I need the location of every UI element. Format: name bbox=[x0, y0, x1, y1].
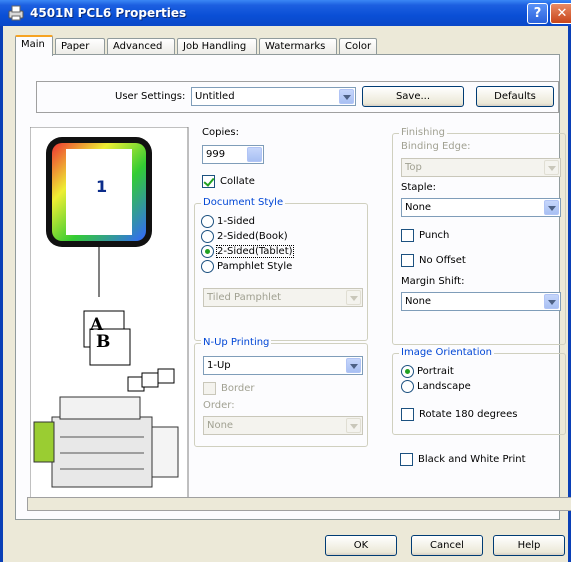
title-bar[interactable]: 4501N PCL6 Properties ? ✕ bbox=[0, 0, 571, 26]
close-button[interactable]: ✕ bbox=[550, 3, 571, 24]
order-combo[interactable]: None bbox=[203, 416, 363, 435]
option-pamphlet-style: Pamphlet Style bbox=[217, 261, 293, 272]
option-2-sided-book: 2-Sided(Book) bbox=[217, 231, 288, 242]
punch-label: Punch bbox=[419, 230, 450, 241]
defaults-button[interactable]: Defaults bbox=[476, 86, 554, 107]
margin-shift-label: Margin Shift: bbox=[401, 276, 465, 287]
ok-button[interactable]: OK bbox=[325, 535, 397, 556]
copies-spinner[interactable]: 999 bbox=[202, 145, 264, 164]
help-title-button[interactable]: ? bbox=[527, 3, 548, 24]
copies-label: Copies: bbox=[202, 127, 239, 138]
staple-label: Staple: bbox=[401, 182, 437, 193]
rotate-180-label: Rotate 180 degrees bbox=[419, 409, 518, 420]
binding-edge-value: Top bbox=[405, 162, 422, 173]
chevron-down-icon[interactable] bbox=[544, 294, 559, 309]
preview-pane bbox=[30, 127, 189, 502]
rotate-180-checkbox[interactable] bbox=[401, 408, 414, 421]
chevron-down-icon[interactable] bbox=[346, 290, 361, 305]
tab-main[interactable]: Main bbox=[15, 35, 53, 56]
radio-portrait[interactable] bbox=[401, 365, 414, 378]
help-button[interactable]: Help bbox=[493, 535, 565, 556]
save-button[interactable]: Save... bbox=[362, 86, 464, 107]
margin-shift-value: None bbox=[405, 296, 432, 307]
binding-edge-label: Binding Edge: bbox=[401, 141, 471, 152]
collate-label: Collate bbox=[220, 176, 255, 187]
window-title: 4501N PCL6 Properties bbox=[30, 6, 187, 20]
user-settings-label: User Settings: bbox=[115, 91, 186, 102]
tab-paper[interactable]: Paper bbox=[55, 38, 105, 55]
margin-shift-combo[interactable]: None bbox=[401, 292, 561, 311]
user-settings-box: User Settings: Untitled Save... Defaults bbox=[36, 81, 559, 113]
portrait-label: Portrait bbox=[417, 366, 454, 377]
black-white-checkbox[interactable] bbox=[400, 453, 413, 466]
status-bar bbox=[27, 497, 571, 511]
document-style-group: Document Style 1-Sided 2-Sided(Book) 2-S… bbox=[194, 197, 368, 341]
border-checkbox[interactable] bbox=[203, 382, 216, 395]
chevron-down-icon[interactable] bbox=[544, 160, 559, 175]
pamphlet-value: Tiled Pamphlet bbox=[207, 292, 282, 303]
nup-printing-title: N-Up Printing bbox=[201, 337, 272, 348]
no-offset-label: No Offset bbox=[419, 255, 466, 266]
document-style-title: Document Style bbox=[201, 197, 286, 208]
radio-2-sided-book[interactable] bbox=[201, 230, 214, 243]
user-settings-value: Untitled bbox=[195, 91, 235, 102]
chevron-down-icon[interactable] bbox=[544, 200, 559, 215]
nup-printing-group: N-Up Printing 1-Up Border Order: None bbox=[194, 337, 368, 447]
sheet-b-label: B bbox=[96, 332, 111, 352]
collate-checkbox[interactable] bbox=[202, 175, 215, 188]
pamphlet-combo[interactable]: Tiled Pamphlet bbox=[203, 288, 363, 307]
tab-watermarks[interactable]: Watermarks bbox=[259, 38, 337, 55]
image-orientation-title: Image Orientation bbox=[399, 347, 494, 358]
no-offset-checkbox[interactable] bbox=[401, 254, 414, 267]
radio-landscape[interactable] bbox=[401, 380, 414, 393]
tab-advanced[interactable]: Advanced bbox=[107, 38, 175, 55]
image-orientation-group: Image Orientation Portrait Landscape Rot… bbox=[392, 347, 566, 435]
finishing-title: Finishing bbox=[399, 127, 447, 138]
tab-job-handling[interactable]: Job Handling bbox=[177, 38, 257, 55]
properties-dialog: 4501N PCL6 Properties ? ✕ Main Paper Adv… bbox=[0, 0, 571, 562]
copies-value: 999 bbox=[206, 149, 226, 160]
nup-value: 1-Up bbox=[207, 360, 231, 371]
option-2-sided-tablet: 2-Sided(Tablet) bbox=[216, 245, 294, 258]
order-value: None bbox=[207, 420, 234, 431]
staple-combo[interactable]: None bbox=[401, 198, 561, 217]
printer-icon bbox=[8, 5, 24, 21]
tab-color[interactable]: Color bbox=[339, 38, 377, 55]
landscape-label: Landscape bbox=[417, 381, 471, 392]
staple-value: None bbox=[405, 202, 432, 213]
binding-edge-combo[interactable]: Top bbox=[401, 158, 561, 177]
chevron-down-icon[interactable] bbox=[346, 418, 361, 433]
spin-updown-icon[interactable] bbox=[247, 147, 262, 162]
radio-1-sided[interactable] bbox=[201, 215, 214, 228]
chevron-down-icon[interactable] bbox=[339, 89, 354, 104]
punch-checkbox[interactable] bbox=[401, 229, 414, 242]
border-label: Border bbox=[221, 383, 255, 394]
chevron-down-icon[interactable] bbox=[346, 358, 361, 373]
main-tab-panel: User Settings: Untitled Save... Defaults bbox=[15, 54, 566, 520]
black-white-label: Black and White Print bbox=[418, 454, 526, 465]
user-settings-combo[interactable]: Untitled bbox=[191, 87, 356, 106]
radio-2-sided-tablet[interactable] bbox=[201, 245, 214, 258]
cancel-button[interactable]: Cancel bbox=[411, 535, 483, 556]
option-1-sided: 1-Sided bbox=[217, 216, 255, 227]
finishing-group: Finishing Binding Edge: Top Staple: None… bbox=[392, 127, 566, 345]
order-label: Order: bbox=[203, 400, 235, 411]
nup-combo[interactable]: 1-Up bbox=[203, 356, 363, 375]
radio-pamphlet-style[interactable] bbox=[201, 260, 214, 273]
page-number: 1 bbox=[96, 177, 108, 196]
